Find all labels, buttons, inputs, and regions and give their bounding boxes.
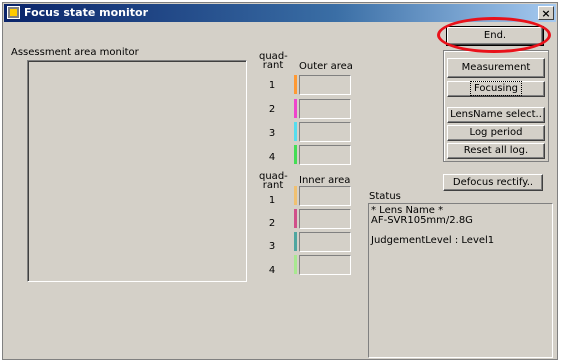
outer-quadrant-3-color-bar xyxy=(294,122,297,141)
inner-area-header: Inner area xyxy=(299,175,351,186)
inner-quadrant-4-color-bar xyxy=(294,255,297,274)
inner-quadrant-3-box xyxy=(299,232,351,252)
defocus-rectify-button[interactable]: Defocus rectify.. xyxy=(443,174,543,191)
assessment-area-monitor xyxy=(27,60,247,282)
outer-quadrant-4-box xyxy=(299,145,351,165)
outer-quadrant-2-color-bar xyxy=(294,99,297,118)
status-lens-name-value: AF-SVR105mm/2.8G xyxy=(371,215,473,226)
outer-quadrant-1-color-bar xyxy=(294,75,297,94)
inner-quadrant-1-box xyxy=(299,186,351,206)
outer-quadrant-number: 1 xyxy=(268,80,276,91)
title-bar: Focus state monitor × xyxy=(4,4,556,22)
assessment-area-label: Assessment area monitor xyxy=(11,47,139,58)
inner-quadrant-4-box xyxy=(299,255,351,275)
reset-all-log-button[interactable]: Reset all log. xyxy=(447,143,545,159)
focus-state-monitor-window: Focus state monitor × Assessment area mo… xyxy=(2,2,558,360)
inner-quadrant-2-color-bar xyxy=(294,209,297,228)
app-icon xyxy=(7,6,20,19)
outer-quadrant-2-box xyxy=(299,99,351,119)
inner-quadrant-number: 4 xyxy=(268,265,276,276)
focusing-button-label: Focusing xyxy=(469,81,523,96)
outer-quadrant-3-box xyxy=(299,122,351,142)
outer-quadrant-number: 4 xyxy=(268,152,276,163)
status-judgement-level: JudgementLevel : Level1 xyxy=(371,235,495,246)
inner-quadrant-number: 2 xyxy=(268,218,276,229)
outer-quadrant-number: 3 xyxy=(268,128,276,139)
end-button[interactable]: End. xyxy=(446,26,544,46)
outer-quadrant-1-box xyxy=(299,75,351,95)
inner-quadrant-3-color-bar xyxy=(294,232,297,251)
inner-quadrant-label: quad- rant xyxy=(259,172,288,191)
outer-quadrant-label-line2: rant xyxy=(262,60,284,71)
status-label: Status xyxy=(369,191,401,202)
log-period-button[interactable]: Log period xyxy=(447,125,545,141)
focusing-button[interactable]: Focusing xyxy=(447,81,545,97)
measurement-button[interactable]: Measurement xyxy=(447,58,545,78)
lensname-select-button[interactable]: LensName select.. xyxy=(447,107,545,123)
inner-quadrant-1-color-bar xyxy=(294,186,297,205)
outer-quadrant-4-color-bar xyxy=(294,145,297,164)
inner-quadrant-number: 3 xyxy=(268,241,276,252)
window-title: Focus state monitor xyxy=(24,6,148,19)
inner-quadrant-label-line2: rant xyxy=(262,180,284,191)
outer-quadrant-number: 2 xyxy=(268,104,276,115)
inner-quadrant-2-box xyxy=(299,209,351,229)
outer-quadrant-label: quad- rant xyxy=(259,52,288,71)
close-button[interactable]: × xyxy=(538,6,554,20)
status-box: * Lens Name * AF-SVR105mm/2.8G Judgement… xyxy=(368,203,553,358)
inner-quadrant-number: 1 xyxy=(268,195,276,206)
outer-area-header: Outer area xyxy=(299,61,353,72)
